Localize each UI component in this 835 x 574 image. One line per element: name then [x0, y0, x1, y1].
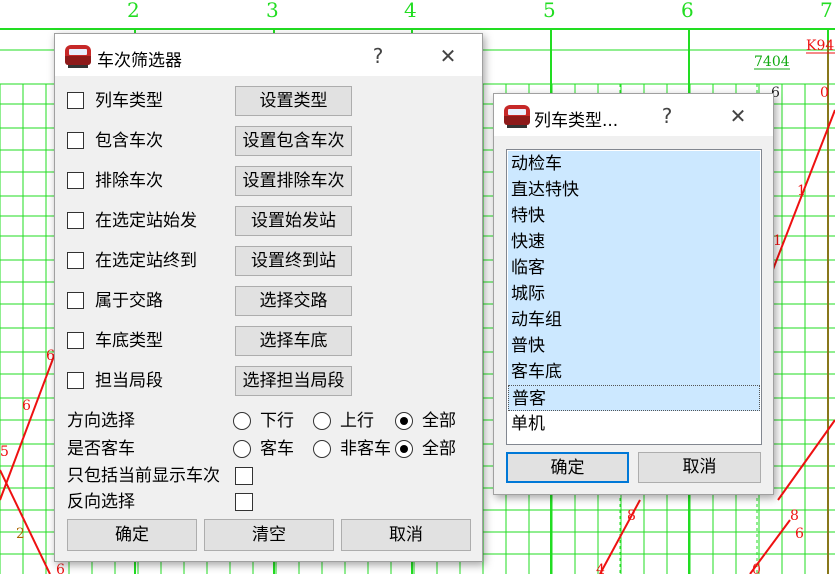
- diagram-text: 8: [627, 508, 636, 524]
- close-icon[interactable]: ✕: [437, 44, 459, 68]
- diagram-text: 1: [773, 233, 782, 249]
- diagram-text: 6: [795, 526, 804, 542]
- close-icon[interactable]: ✕: [727, 104, 749, 128]
- only-current-checkbox[interactable]: [235, 467, 253, 485]
- train-type-item[interactable]: 直达特快: [508, 177, 760, 203]
- passenger-radio-label: 非客车: [340, 439, 391, 459]
- option-label: 在选定站始发: [95, 211, 197, 231]
- train-type-dialog: 列车类型... ? ✕ 动检车 直达特快 特快 快速 临客 城际 动车组 普快 客车底 普客 单机 …: [493, 93, 774, 495]
- passenger-radio[interactable]: [395, 440, 413, 458]
- option-button[interactable]: 选择车底: [235, 326, 352, 356]
- option-label: 车底类型: [95, 331, 163, 351]
- train-type-list[interactable]: 动检车 直达特快 特快 快速 临客 城际 动车组 普快 客车底 普客 单机: [506, 149, 762, 445]
- option-checkbox[interactable]: [67, 372, 84, 389]
- diagram-text: 0: [820, 85, 829, 101]
- diagram-text: 7: [820, 0, 833, 22]
- option-button[interactable]: 设置包含车次: [235, 126, 352, 156]
- direction-radio-label: 下行: [260, 411, 294, 431]
- passenger-label: 是否客车: [67, 439, 135, 459]
- type-dialog-title: 列车类型...: [534, 111, 619, 131]
- train-type-item[interactable]: 动车组: [508, 307, 760, 333]
- option-checkbox[interactable]: [67, 212, 84, 229]
- train-type-item[interactable]: 快速: [508, 229, 760, 255]
- type-ok-button[interactable]: 确定: [506, 452, 629, 483]
- train-type-item[interactable]: 单机: [508, 411, 760, 437]
- passenger-radio[interactable]: [233, 440, 251, 458]
- diagram-text: 6: [22, 398, 31, 414]
- train-filter-dialog: 车次筛选器 ? ✕ 列车类型 设置类型包含车次 设置包含车次排除车次 设置排除车次在选…: [54, 33, 483, 562]
- direction-radio[interactable]: [395, 412, 413, 430]
- option-checkbox[interactable]: [67, 172, 84, 189]
- direction-radio-label: 上行: [340, 411, 374, 431]
- option-checkbox[interactable]: [67, 332, 84, 349]
- direction-radio-label: 全部: [422, 411, 456, 431]
- diagram-text: 4: [404, 0, 417, 22]
- direction-radio[interactable]: [233, 412, 251, 430]
- diagram-text: 7404: [754, 54, 790, 70]
- ok-button[interactable]: 确定: [67, 519, 197, 551]
- train-type-item[interactable]: 城际: [508, 281, 760, 307]
- train-app-icon: [65, 45, 91, 68]
- help-icon[interactable]: ?: [367, 44, 389, 68]
- diagram-line: [764, 109, 835, 291]
- diagram-text: 2: [16, 526, 25, 542]
- clear-button[interactable]: 清空: [204, 519, 334, 551]
- option-checkbox[interactable]: [67, 92, 84, 109]
- type-cancel-button[interactable]: 取消: [638, 452, 761, 483]
- diagram-text: 4: [596, 562, 605, 574]
- passenger-radio-label: 客车: [260, 439, 294, 459]
- option-label: 排除车次: [95, 171, 163, 191]
- option-button[interactable]: 选择交路: [235, 286, 352, 316]
- direction-radio[interactable]: [313, 412, 331, 430]
- only-current-label: 只包括当前显示车次: [67, 466, 220, 486]
- option-button[interactable]: 设置类型: [235, 86, 352, 116]
- option-label: 担当局段: [95, 371, 163, 391]
- train-type-item[interactable]: 普客: [508, 385, 760, 411]
- option-label: 列车类型: [95, 91, 163, 111]
- filter-dialog-title: 车次筛选器: [97, 51, 182, 71]
- diagram-text: 6: [56, 562, 65, 574]
- direction-label: 方向选择: [67, 411, 135, 431]
- diagram-text: 8: [790, 508, 799, 524]
- option-checkbox[interactable]: [67, 292, 84, 309]
- option-button[interactable]: 设置终到站: [235, 246, 352, 276]
- passenger-radio-label: 全部: [422, 439, 456, 459]
- option-label: 包含车次: [95, 131, 163, 151]
- train-app-icon: [504, 105, 530, 128]
- option-checkbox[interactable]: [67, 132, 84, 149]
- help-icon[interactable]: ?: [656, 104, 678, 128]
- diagram-text: 2: [127, 0, 140, 22]
- diagram-text: 6: [681, 0, 694, 22]
- option-button[interactable]: 选择担当局段: [235, 366, 352, 396]
- reverse-label: 反向选择: [67, 492, 135, 512]
- train-type-item[interactable]: 动检车: [508, 151, 760, 177]
- diagram-text: 5: [0, 444, 9, 460]
- option-button[interactable]: 设置排除车次: [235, 166, 352, 196]
- diagram-text: 5: [543, 0, 556, 22]
- passenger-radio[interactable]: [313, 440, 331, 458]
- diagram-text: K945: [806, 38, 835, 54]
- train-type-item[interactable]: 特快: [508, 203, 760, 229]
- cancel-button[interactable]: 取消: [341, 519, 471, 551]
- option-label: 属于交路: [95, 291, 163, 311]
- train-type-item[interactable]: 临客: [508, 255, 760, 281]
- type-dialog-titlebar[interactable]: 列车类型... ? ✕: [494, 94, 773, 136]
- option-button[interactable]: 设置始发站: [235, 206, 352, 236]
- diagram-line: [0, 469, 51, 574]
- diagram-text: 0: [752, 562, 761, 574]
- diagram-text: 3: [266, 0, 279, 22]
- diagram-text: 1: [797, 183, 806, 199]
- option-checkbox[interactable]: [67, 252, 84, 269]
- filter-dialog-titlebar[interactable]: 车次筛选器 ? ✕: [55, 34, 482, 76]
- reverse-checkbox[interactable]: [235, 493, 253, 511]
- train-type-item[interactable]: 客车底: [508, 359, 760, 385]
- train-type-item[interactable]: 普快: [508, 333, 760, 359]
- option-label: 在选定站终到: [95, 251, 197, 271]
